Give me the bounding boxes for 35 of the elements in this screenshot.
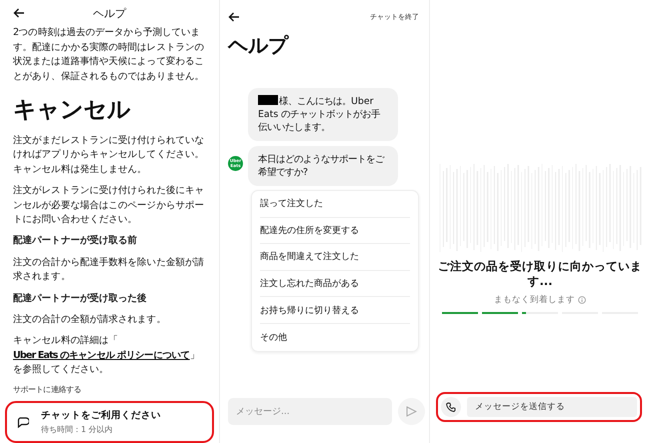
message-text: 様、こんにちは。Uber Eats のチャットボットがお手伝いいたします。	[258, 96, 380, 133]
paragraph: 注文の合計から配達手数料を除いた金額が請求されます。	[13, 256, 206, 284]
chat-support-card[interactable]: チャットをご利用ください 待ち時間：1 分以内	[5, 401, 214, 443]
call-button[interactable]	[441, 397, 461, 417]
chat-bubble-icon	[17, 416, 29, 428]
policy-link[interactable]: Uber Eats のキャンセル ポリシーについて	[13, 350, 190, 361]
chat-card-title: チャットをご利用ください	[41, 409, 161, 422]
option-item[interactable]: 誤って注文した	[260, 191, 410, 218]
info-icon	[578, 296, 586, 304]
option-item[interactable]: 注文し忘れた商品がある	[260, 270, 410, 298]
status-title: ご注文の品を受け取りに向かっています...	[438, 259, 642, 289]
page-title: ヘルプ	[93, 6, 126, 21]
option-item[interactable]: 配達先の住所を変更する	[260, 218, 410, 244]
paragraph: 注文がレストランに受け付けられた後にキャンセルが必要な場合はこのページからサポートにお問い合わせください。	[13, 184, 206, 227]
subheading: 配達パートナーが受け取る前	[13, 234, 138, 248]
back-arrow-icon[interactable]	[13, 8, 25, 18]
option-item[interactable]: 商品を間違えて注文した	[260, 244, 410, 271]
paragraph: 注文の合計の全額が請求されます。	[13, 312, 167, 327]
policy-paragraph: キャンセル料の詳細は「 Uber Eats のキャンセル ポリシーについて」を参照してください。	[13, 334, 200, 378]
option-item[interactable]: お持ち帰りに切り替える	[260, 297, 410, 324]
paragraph: 注文がまだレストランに受け付けられていなければアプリからキャンセルしてください。キャンセル料は発生しません。	[13, 134, 206, 177]
page-title: ヘルプ	[228, 34, 290, 56]
message-bubble: 本日はどのようなサポートをご希望ですか?	[248, 146, 398, 186]
wait-time: 待ち時間：1 分以内	[41, 424, 114, 435]
subheading: 配達パートナーが受け取った後	[13, 292, 148, 306]
message-input[interactable]: メッセージ...	[228, 398, 392, 425]
back-arrow-icon[interactable]	[228, 12, 240, 22]
phone-icon	[446, 402, 456, 412]
section-heading: キャンセル	[13, 96, 132, 125]
option-item[interactable]: その他	[260, 324, 410, 351]
message-input[interactable]: メッセージを送信する	[467, 397, 637, 417]
status-subtitle: まもなく到着します	[494, 294, 575, 306]
intro-paragraph: 2つの時刻は過去のデータから予測しています。配達にかかる実際の時間はレストランの状況または道路事情や天候によって変わることがあり、保証されるものではありません。	[13, 26, 206, 84]
send-icon	[406, 406, 417, 417]
contact-label: サポートに連絡する	[13, 384, 82, 396]
